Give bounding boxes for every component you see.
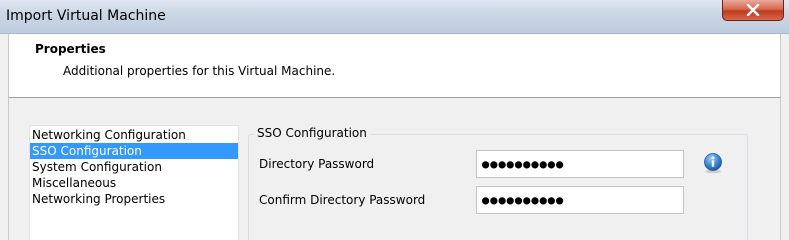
title-bar[interactable]: Import Virtual Machine bbox=[0, 0, 789, 34]
properties-nav-list: Networking Configuration SSO Configurati… bbox=[29, 125, 239, 240]
properties-body: Networking Configuration SSO Configurati… bbox=[8, 98, 781, 240]
nav-item-miscellaneous[interactable]: Miscellaneous bbox=[30, 175, 238, 191]
nav-item-networking-configuration[interactable]: Networking Configuration bbox=[30, 127, 238, 143]
page-subtitle: Additional properties for this Virtual M… bbox=[63, 64, 336, 78]
window-title: Import Virtual Machine bbox=[6, 8, 166, 24]
directory-password-field[interactable]: ●●●●●●●●●● bbox=[476, 150, 684, 178]
info-icon[interactable] bbox=[702, 152, 724, 174]
confirm-password-label: Confirm Directory Password bbox=[259, 193, 426, 207]
close-icon bbox=[746, 4, 760, 16]
nav-item-networking-properties[interactable]: Networking Properties bbox=[30, 191, 238, 207]
confirm-password-field[interactable]: ●●●●●●●●●● bbox=[476, 186, 684, 214]
page-title: Properties bbox=[35, 42, 106, 56]
nav-item-system-configuration[interactable]: System Configuration bbox=[30, 159, 238, 175]
properties-header: Properties Additional properties for thi… bbox=[8, 34, 781, 98]
sso-config-legend: SSO Configuration bbox=[254, 126, 370, 140]
directory-password-label: Directory Password bbox=[259, 157, 375, 171]
import-vm-dialog: Import Virtual Machine Properties Additi… bbox=[0, 0, 789, 240]
close-button[interactable] bbox=[722, 0, 784, 21]
nav-item-sso-configuration[interactable]: SSO Configuration bbox=[30, 143, 238, 159]
